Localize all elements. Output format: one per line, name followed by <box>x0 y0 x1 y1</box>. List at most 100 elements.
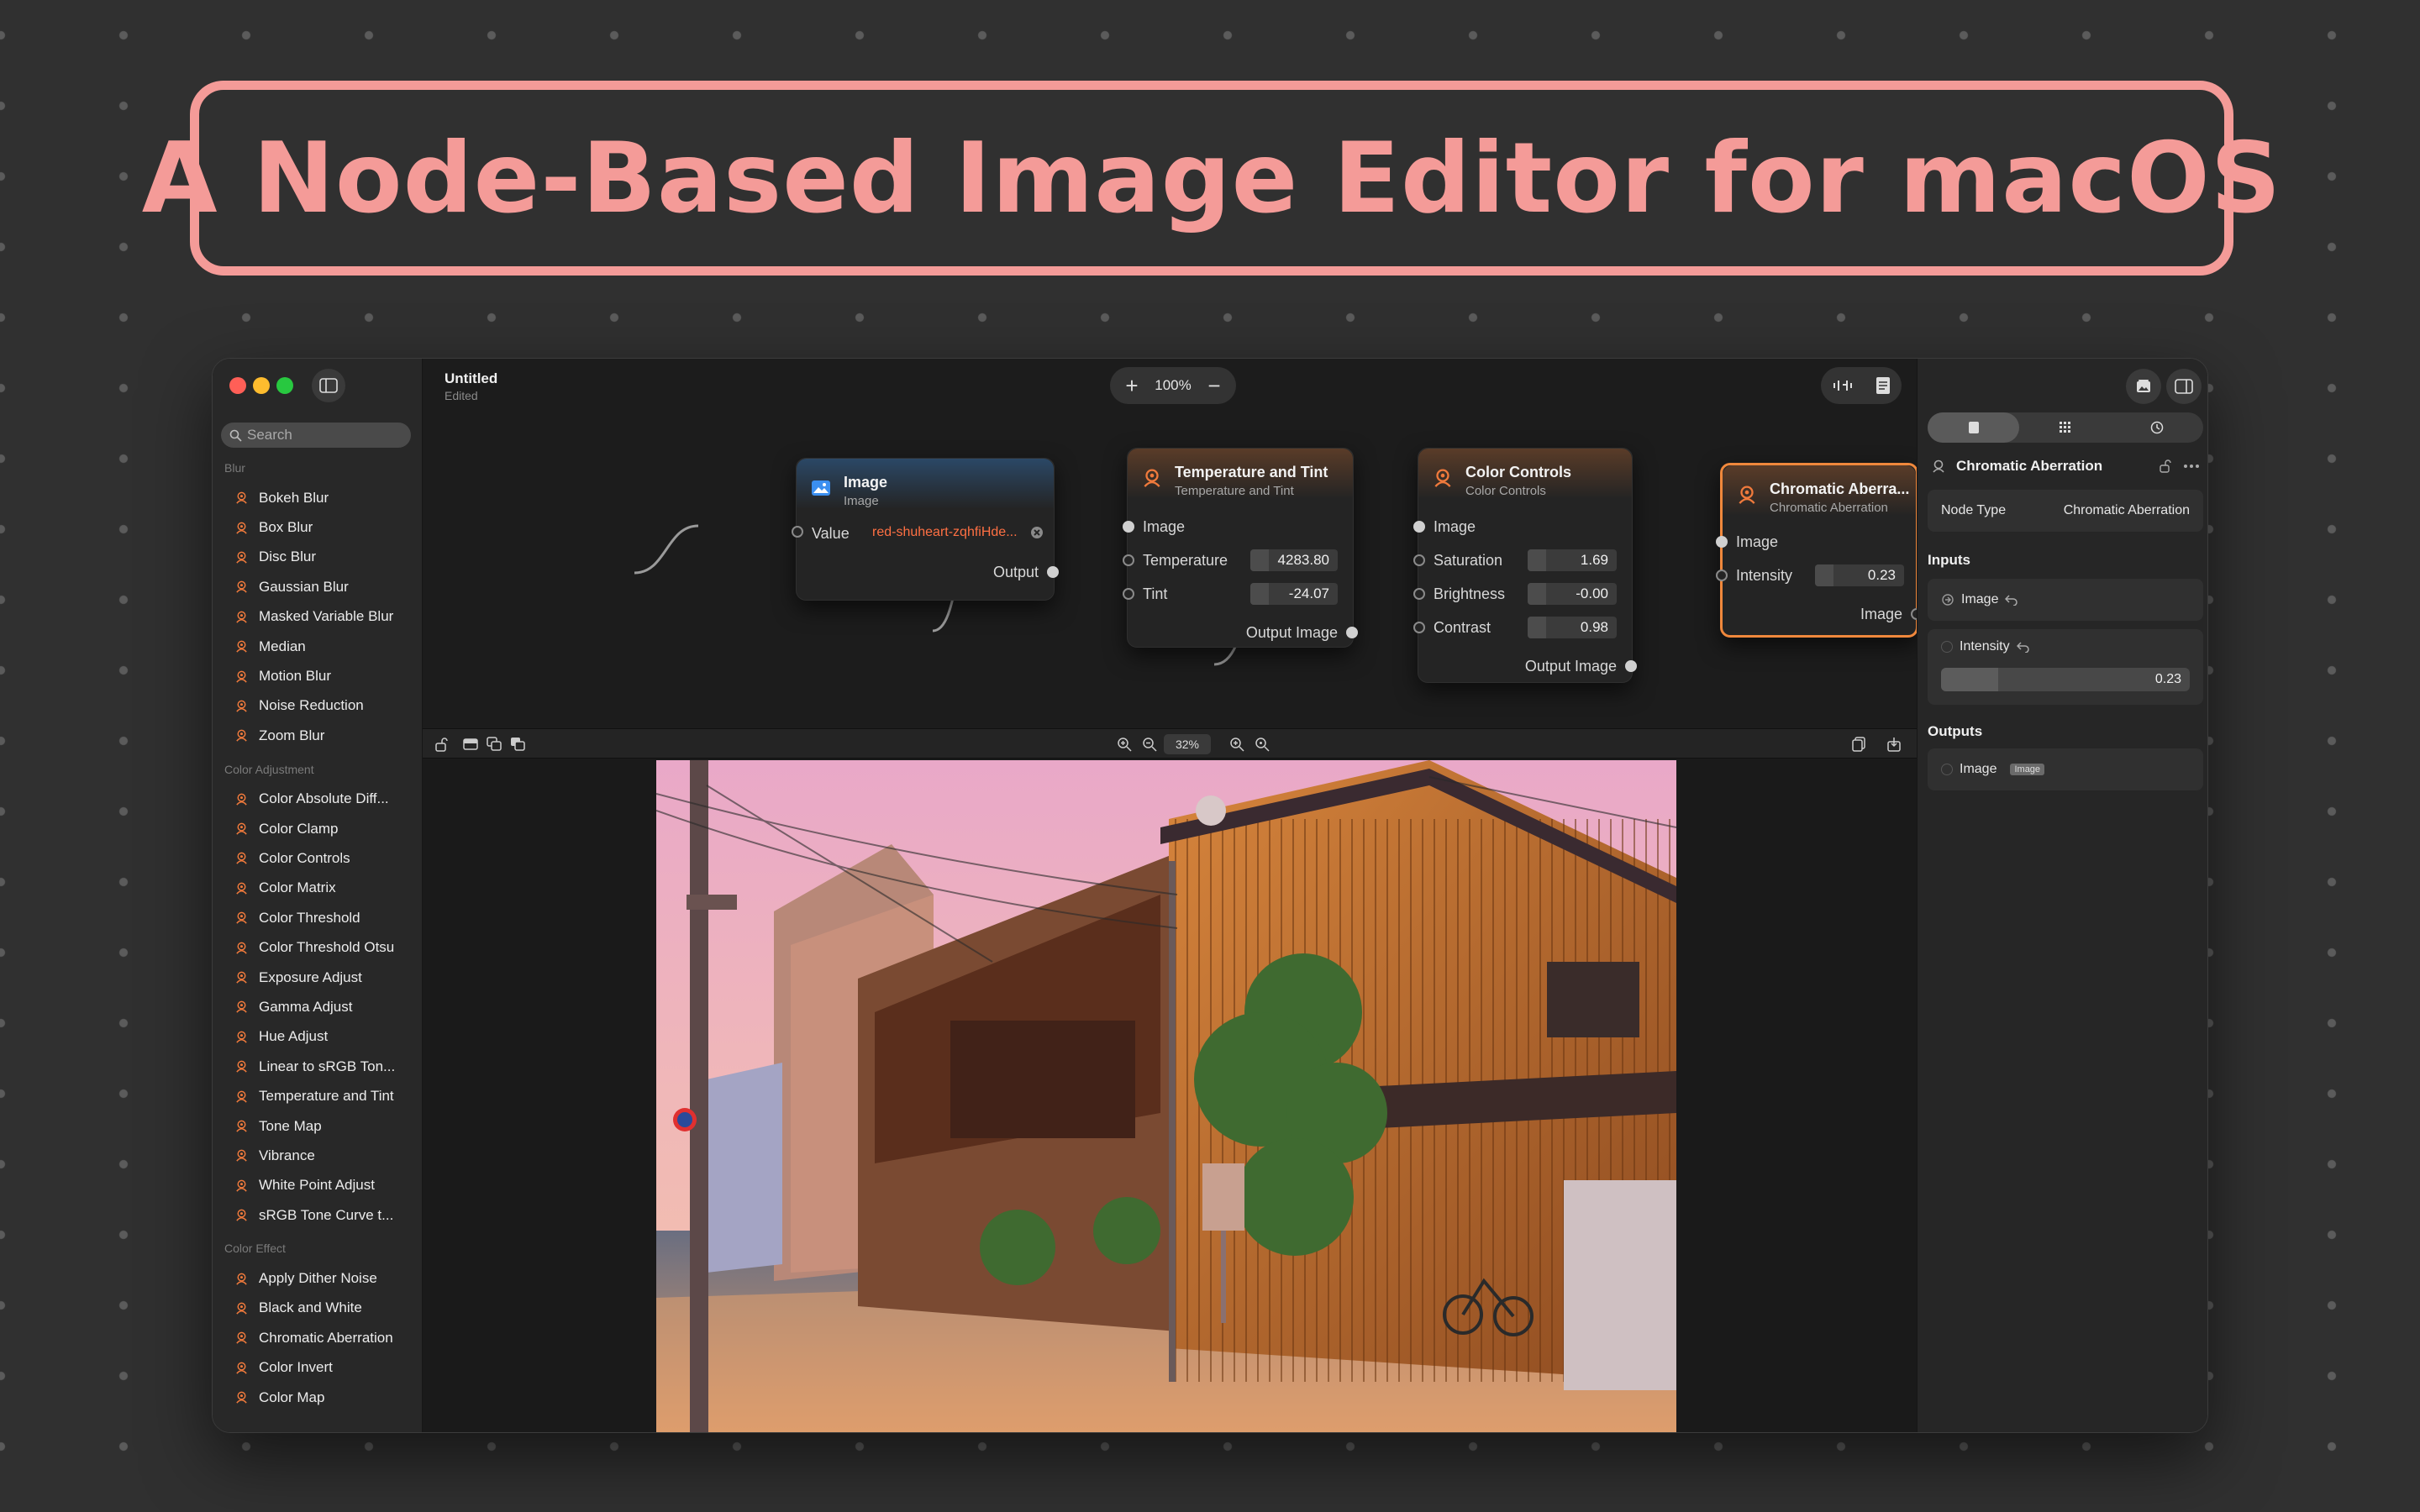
image-node-header[interactable]: Image Image <box>797 459 1054 509</box>
intensity-slider-value: 0.23 <box>2154 672 2181 686</box>
filter-item[interactable]: Temperature and Tint <box>213 1081 423 1110</box>
filter-item[interactable]: Chromatic Aberration <box>213 1323 423 1352</box>
filter-item[interactable]: Black and White <box>213 1294 423 1323</box>
unlock-icon[interactable] <box>2160 459 2173 473</box>
temperature-field[interactable]: 4283.80 <box>1250 549 1338 571</box>
filter-item[interactable]: Color Threshold Otsu <box>213 932 423 962</box>
brightness-port[interactable] <box>1413 588 1425 600</box>
filter-item[interactable]: Color Threshold <box>213 903 423 932</box>
filter-item[interactable]: Median <box>213 632 423 661</box>
chromatic-node-header[interactable]: Chromatic Aberra... Chromatic Aberration <box>1723 465 1916 516</box>
chroma-intensity-field[interactable]: 0.23 <box>1815 564 1904 586</box>
chromatic-aberration-node[interactable]: Chromatic Aberra... Chromatic Aberration… <box>1716 463 1923 638</box>
zoom-window-button[interactable] <box>276 377 293 394</box>
color-controls-header[interactable]: Color Controls Color Controls <box>1418 449 1632 499</box>
filter-item[interactable]: Hue Adjust <box>213 1022 423 1052</box>
color-image-input-port[interactable] <box>1413 521 1425 533</box>
actual-size-icon[interactable] <box>1255 737 1270 752</box>
filter-item[interactable]: Tone Map <box>213 1111 423 1141</box>
sidebar-toggle-button[interactable] <box>312 369 345 402</box>
chroma-image-input-port[interactable] <box>1716 536 1728 548</box>
filter-item[interactable]: Color Controls <box>213 843 423 873</box>
copy-icon[interactable] <box>1851 737 1866 752</box>
tint-port[interactable] <box>1123 588 1134 600</box>
reset-icon[interactable] <box>2016 641 2030 653</box>
saturation-port[interactable] <box>1413 554 1425 566</box>
filter-item-label: Tone Map <box>259 1117 322 1134</box>
clear-value-icon[interactable] <box>1030 526 1044 539</box>
input-image-row[interactable]: Image <box>1928 579 2203 621</box>
unlock-icon[interactable] <box>434 737 450 752</box>
filter-item[interactable]: Motion Blur <box>213 661 423 690</box>
filter-item[interactable]: White Point Adjust <box>213 1171 423 1200</box>
align-nodes-icon[interactable] <box>1832 377 1854 394</box>
zoom-in-icon[interactable] <box>1229 737 1244 752</box>
document-icon[interactable] <box>1876 376 1891 395</box>
image-file-value[interactable]: red-shuheart-zqhfiHde... <box>872 525 1018 540</box>
zoom-out-icon[interactable] <box>1142 737 1157 752</box>
filter-item[interactable]: Vibrance <box>213 1141 423 1170</box>
output-image-row[interactable]: Image Image <box>1928 748 2203 790</box>
export-icon[interactable] <box>1886 737 1902 752</box>
viewer-zoom-level[interactable]: 32% <box>1164 734 1211 754</box>
close-window-button[interactable] <box>229 377 246 394</box>
image-value-port[interactable] <box>792 526 803 538</box>
temp-image-input-port[interactable] <box>1123 521 1134 533</box>
zoom-fit-icon[interactable] <box>1117 737 1132 752</box>
filter-item[interactable]: Color Map <box>213 1383 423 1412</box>
contrast-port[interactable] <box>1413 622 1425 633</box>
temp-output-port[interactable] <box>1346 627 1358 638</box>
more-icon[interactable] <box>2183 464 2200 469</box>
filter-item[interactable]: sRGB Tone Curve t... <box>213 1200 423 1230</box>
color-controls-node[interactable]: Color Controls Color Controls Image Satu… <box>1413 448 1637 683</box>
document-icon <box>1968 422 1979 433</box>
image-node[interactable]: Image Image Value red-shuheart-zqhfiHde.… <box>792 458 1059 601</box>
filter-item[interactable]: Apply Dither Noise <box>213 1263 423 1293</box>
color-image-label: Image <box>1434 517 1476 535</box>
saturation-field[interactable]: 1.69 <box>1528 549 1617 571</box>
search-input[interactable]: Search <box>221 423 411 448</box>
tab-properties[interactable] <box>1928 412 2020 443</box>
filter-item[interactable]: Exposure Adjust <box>213 963 423 992</box>
tab-history[interactable] <box>2112 412 2203 443</box>
minimize-window-button[interactable] <box>253 377 270 394</box>
filter-item[interactable]: Color Absolute Diff... <box>213 785 423 814</box>
filter-item[interactable]: Noise Reduction <box>213 691 423 721</box>
filter-item[interactable]: Color Matrix <box>213 874 423 903</box>
zoom-out-button[interactable]: − <box>1204 375 1224 396</box>
inspector-toggle-button[interactable] <box>2166 369 2202 404</box>
intensity-port[interactable] <box>1716 570 1728 581</box>
compare-view-icon[interactable] <box>510 737 525 752</box>
image-viewer: 32% <box>423 728 1917 1432</box>
filter-item[interactable]: Box Blur <box>213 512 423 542</box>
zoom-in-button[interactable]: + <box>1122 375 1142 396</box>
temperature-port[interactable] <box>1123 554 1134 566</box>
brightness-field[interactable]: -0.00 <box>1528 583 1617 605</box>
split-view-icon[interactable] <box>487 737 502 752</box>
filter-item[interactable]: Linear to sRGB Ton... <box>213 1052 423 1081</box>
filter-item-label: Linear to sRGB Ton... <box>259 1058 396 1074</box>
color-output-port[interactable] <box>1625 660 1637 672</box>
contrast-field[interactable]: 0.98 <box>1528 617 1617 638</box>
filter-item[interactable]: Disc Blur <box>213 543 423 572</box>
tint-field[interactable]: -24.07 <box>1250 583 1338 605</box>
filter-item[interactable]: Color Clamp <box>213 814 423 843</box>
node-type-row: Node Type Chromatic Aberration <box>1928 490 2203 532</box>
reset-icon[interactable] <box>2005 594 2018 606</box>
temperature-tint-node[interactable]: Temperature and Tint Temperature and Tin… <box>1123 448 1358 648</box>
filter-item[interactable]: Zoom Blur <box>213 721 423 750</box>
single-view-icon[interactable] <box>463 737 478 752</box>
temperature-tint-header[interactable]: Temperature and Tint Temperature and Tin… <box>1128 449 1353 499</box>
filter-item[interactable]: Color Invert <box>213 1353 423 1383</box>
brightness-label: Brightness <box>1434 585 1506 602</box>
brightness-value: -0.00 <box>1576 585 1608 601</box>
library-button[interactable] <box>2126 369 2161 404</box>
tab-grid[interactable] <box>2019 412 2111 443</box>
filter-item[interactable]: Masked Variable Blur <box>213 602 423 632</box>
image-output-port[interactable] <box>1047 566 1059 578</box>
filter-item[interactable]: Gaussian Blur <box>213 572 423 601</box>
filter-item[interactable]: Bokeh Blur <box>213 483 423 512</box>
node-canvas[interactable]: Untitled Edited + 100% − Image Image Val… <box>423 359 1923 728</box>
filter-item[interactable]: Gamma Adjust <box>213 992 423 1021</box>
intensity-slider[interactable]: 0.23 <box>1941 668 2190 691</box>
